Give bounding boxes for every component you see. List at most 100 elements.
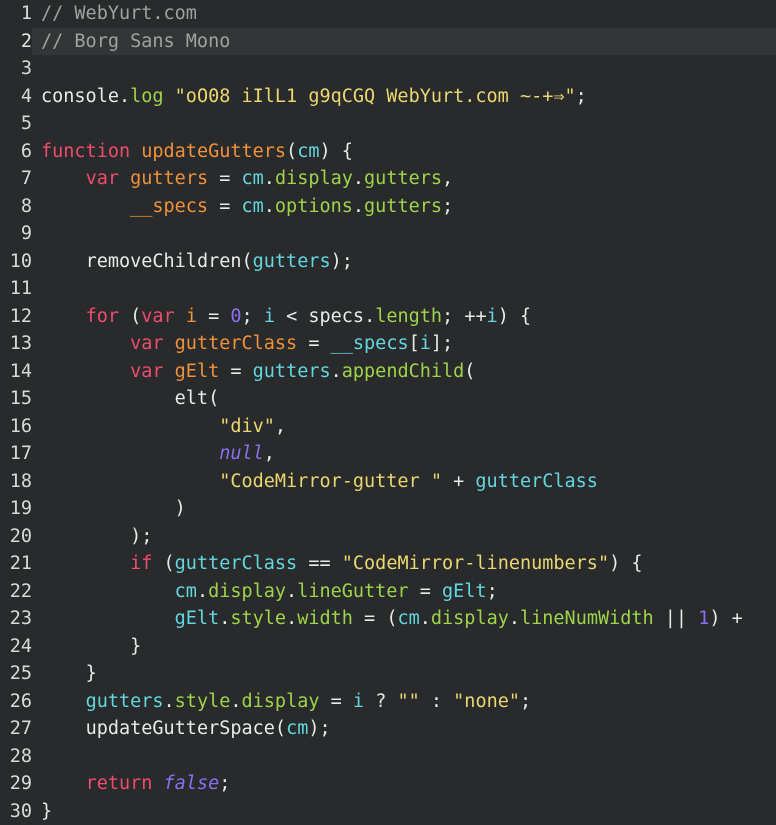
code-line-text[interactable]: ) bbox=[32, 495, 186, 523]
line-number[interactable]: 23 bbox=[0, 605, 32, 633]
line-number[interactable]: 30 bbox=[0, 797, 32, 825]
code-lines-container[interactable]: 1// WebYurt.com 2// Borg Sans Mono 3 4 conso… bbox=[0, 0, 776, 825]
code-line[interactable]: 11 bbox=[0, 275, 776, 303]
code-line[interactable]: 5 bbox=[0, 110, 776, 138]
code-line[interactable]: 14 var gElt = gutters.appendChild( bbox=[0, 357, 776, 386]
code-token: ) bbox=[497, 305, 509, 327]
code-line[interactable]: 9 bbox=[0, 220, 776, 248]
line-number[interactable]: 18 bbox=[0, 467, 32, 495]
line-number[interactable]: 9 bbox=[0, 220, 32, 248]
line-number[interactable]: 7 bbox=[0, 165, 32, 193]
code-line[interactable]: 22 cm.display.lineGutter = gElt; bbox=[0, 577, 776, 606]
code-line-text[interactable]: return false; bbox=[32, 770, 231, 798]
line-number[interactable]: 4 bbox=[0, 82, 32, 110]
code-line[interactable]: 13 var gutterClass = __specs[i]; bbox=[0, 330, 776, 358]
code-line[interactable]: 25 } bbox=[0, 660, 776, 688]
line-number[interactable]: 6 bbox=[0, 137, 32, 165]
code-line-text[interactable]: console.log "oO08 iIlL1 g9qCGQ WebYurt.c… bbox=[32, 83, 587, 111]
code-line[interactable]: 16 "div", bbox=[0, 412, 776, 441]
code-line-text[interactable]: removeChildren(gutters); bbox=[32, 248, 353, 276]
line-number[interactable]: 16 bbox=[0, 412, 32, 440]
line-number[interactable]: 8 bbox=[0, 192, 32, 220]
code-line-text[interactable]: if (gutterClass == "CodeMirror-linenumbe… bbox=[32, 550, 642, 578]
line-number[interactable]: 26 bbox=[0, 687, 32, 715]
code-line[interactable]: 19 ) bbox=[0, 495, 776, 523]
code-token: . bbox=[196, 580, 209, 602]
line-number[interactable]: 3 bbox=[0, 55, 32, 83]
code-line-text[interactable]: } bbox=[32, 633, 141, 661]
line-number[interactable]: 1 bbox=[0, 0, 32, 28]
line-number[interactable]: 13 bbox=[0, 330, 32, 358]
code-line-text[interactable]: } bbox=[32, 660, 97, 688]
code-line[interactable]: 10 removeChildren(gutters); bbox=[0, 247, 776, 276]
code-line-text[interactable]: "CodeMirror-gutter " + gutterClass bbox=[32, 468, 598, 496]
code-line-text[interactable]: gElt.style.width = (cm.display.lineNumWi… bbox=[32, 605, 743, 633]
code-line-text[interactable]: var gutters = cm.display.gutters, bbox=[32, 165, 454, 193]
line-number[interactable]: 14 bbox=[0, 357, 32, 385]
code-line-text[interactable]: // Borg Sans Mono bbox=[32, 28, 230, 56]
code-line[interactable]: 4 console.log "oO08 iIlL1 g9qCGQ WebYurt.… bbox=[0, 82, 776, 111]
line-number[interactable]: 5 bbox=[0, 110, 32, 138]
code-token: } bbox=[130, 635, 142, 657]
code-line[interactable]: 8 __specs = cm.options.gutters; bbox=[0, 192, 776, 221]
code-line[interactable]: 17 null, bbox=[0, 440, 776, 468]
line-number[interactable]: 10 bbox=[0, 247, 32, 275]
code-line-text[interactable]: elt( bbox=[32, 385, 220, 413]
code-line[interactable]: 20 ); bbox=[0, 522, 776, 551]
code-line[interactable]: 2 // Borg Sans Mono bbox=[0, 27, 776, 56]
code-token: ) bbox=[709, 608, 721, 629]
line-number[interactable]: 27 bbox=[0, 715, 32, 743]
code-line-text[interactable]: gutters.style.display = i ? "" : "none"; bbox=[32, 688, 532, 716]
code-token: specs bbox=[308, 305, 365, 327]
code-line-text[interactable]: ); bbox=[32, 523, 152, 551]
code-line[interactable]: 30} bbox=[0, 797, 776, 825]
line-number[interactable]: 21 bbox=[0, 550, 32, 578]
line-number[interactable]: 19 bbox=[0, 495, 32, 523]
code-line[interactable]: 29 return false; bbox=[0, 770, 776, 798]
code-token: } bbox=[85, 663, 97, 684]
line-number[interactable]: 29 bbox=[0, 770, 32, 798]
line-number[interactable]: 24 bbox=[0, 632, 32, 660]
code-line[interactable]: 23 gElt.style.width = (cm.display.lineNu… bbox=[0, 605, 776, 633]
code-line-text[interactable]: var gElt = gutters.appendChild( bbox=[32, 358, 475, 386]
code-token: = bbox=[419, 580, 431, 602]
code-line-text[interactable]: __specs = cm.options.gutters; bbox=[32, 193, 453, 221]
code-line-text[interactable]: for (var i = 0; i < specs.length; ++i) { bbox=[32, 303, 532, 331]
code-line[interactable]: 18 "CodeMirror-gutter " + gutterClass bbox=[0, 467, 776, 496]
line-number[interactable]: 20 bbox=[0, 522, 32, 550]
code-token: = bbox=[364, 608, 376, 629]
code-line-text[interactable]: null, bbox=[32, 440, 275, 468]
code-line[interactable]: 6 function updateGutters(cm) { bbox=[0, 137, 776, 166]
code-line[interactable]: 26 gutters.style.display = i ? "" : "non… bbox=[0, 687, 776, 716]
line-number[interactable]: 15 bbox=[0, 385, 32, 413]
code-line[interactable]: 7 var gutters = cm.display.gutters, bbox=[0, 165, 776, 193]
code-token: = bbox=[219, 195, 231, 217]
code-token: style bbox=[230, 608, 287, 629]
code-editor[interactable]: 1// WebYurt.com 2// Borg Sans Mono 3 4 conso… bbox=[0, 0, 776, 825]
code-line[interactable]: 1 // WebYurt.com bbox=[0, 0, 776, 28]
code-line-text[interactable]: // WebYurt.com bbox=[32, 0, 197, 28]
line-number[interactable]: 28 bbox=[0, 742, 32, 770]
line-number[interactable]: 12 bbox=[0, 302, 32, 330]
code-line-text[interactable]: } bbox=[32, 798, 52, 825]
code-token: i bbox=[185, 305, 197, 327]
line-number[interactable]: 25 bbox=[0, 660, 32, 688]
code-line[interactable]: 24 } bbox=[0, 632, 776, 661]
code-line-text[interactable]: function updateGutters(cm) { bbox=[32, 138, 353, 166]
code-line[interactable]: 21 if (gutterClass == "CodeMirror-linenu… bbox=[0, 550, 776, 578]
line-number[interactable]: 22 bbox=[0, 577, 32, 605]
line-number[interactable]: 17 bbox=[0, 440, 32, 468]
code-line-text[interactable]: updateGutterSpace(cm); bbox=[32, 715, 331, 743]
line-number[interactable]: 11 bbox=[0, 275, 32, 303]
code-line[interactable]: 15 elt( bbox=[0, 385, 776, 413]
code-line[interactable]: 12 for (var i = 0; i < specs.length; ++i… bbox=[0, 302, 776, 331]
line-number[interactable]: 2 bbox=[0, 27, 32, 55]
code-line-text[interactable]: "div", bbox=[32, 413, 286, 441]
code-line[interactable]: 27 updateGutterSpace(cm); bbox=[0, 715, 776, 743]
code-line-text[interactable]: var gutterClass = __specs[i]; bbox=[32, 330, 453, 358]
code-line[interactable]: 28 bbox=[0, 742, 776, 770]
code-line-text[interactable]: cm.display.lineGutter = gElt; bbox=[32, 578, 498, 606]
code-line[interactable]: 3 bbox=[0, 55, 776, 83]
